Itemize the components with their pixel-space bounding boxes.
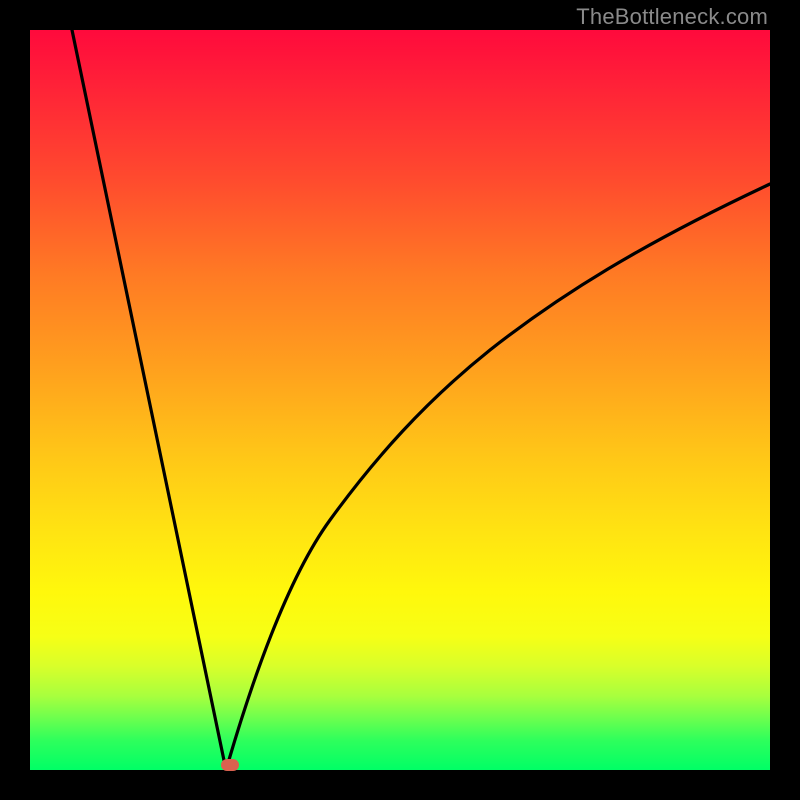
- optimum-marker: [221, 759, 239, 771]
- chart-frame: [30, 30, 770, 770]
- curve-left-slope: [72, 30, 226, 770]
- attribution-text: TheBottleneck.com: [576, 4, 768, 30]
- bottleneck-curve: [30, 30, 770, 770]
- curve-right-sweep: [226, 184, 770, 770]
